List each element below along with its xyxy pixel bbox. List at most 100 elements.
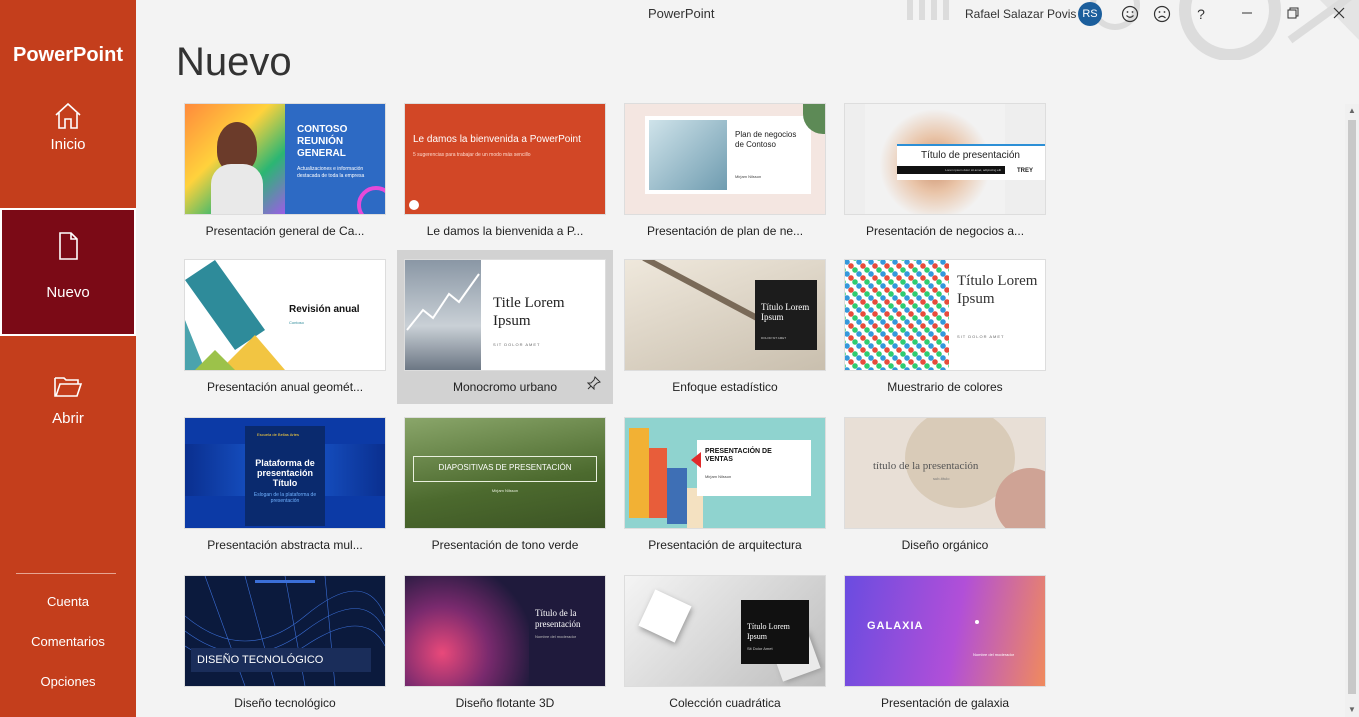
smile-feedback-button[interactable]: [1118, 3, 1142, 25]
template-tile[interactable]: GALAXIA Nombre del moderador Presentació…: [837, 572, 1053, 717]
restore-icon: [1287, 7, 1299, 19]
frown-icon: [1153, 5, 1171, 23]
accent-arrow: [691, 452, 701, 468]
user-name[interactable]: Rafael Salazar Povis: [965, 7, 1076, 21]
nav-item-inicio[interactable]: Inicio: [0, 78, 136, 206]
template-name: Diseño tecnológico: [234, 696, 336, 710]
template-tile[interactable]: Título de la presentación Nombre del mod…: [397, 572, 613, 717]
template-thumbnail: Título Lorem Ipsum DOLOR SIT AMET: [625, 260, 825, 370]
template-tile[interactable]: DISEÑO TECNOLÓGICO Diseño tecnológico: [177, 572, 393, 717]
powerpoint-logo-icon: [409, 200, 419, 210]
thumb-brand: TREY: [1017, 168, 1034, 174]
thumb-subtitle: SIT DOLOR AMET: [493, 342, 541, 347]
thumb-title: título de la presentación: [873, 460, 979, 472]
template-name: Presentación general de Ca...: [205, 224, 365, 238]
scroll-up-icon[interactable]: ▲: [1347, 106, 1357, 116]
template-tile-selected[interactable]: Title Lorem Ipsum SIT DOLOR AMET Monocro…: [397, 250, 613, 404]
thumb-title: Title Lorem Ipsum: [493, 295, 565, 329]
template-thumbnail: DIAPOSITIVAS DE PRESENTACIÓN Mirjam Nils…: [405, 418, 605, 528]
particles-graphic: [405, 576, 529, 686]
close-button[interactable]: [1327, 3, 1351, 25]
thumb-subtitle: sub-título: [933, 476, 950, 481]
thumb-brand: Escuela de Bellas Artes: [257, 432, 300, 437]
template-thumbnail: Título de la presentación Nombre del mod…: [405, 576, 605, 686]
template-thumbnail: Título Lorem Ipsum Sit Dolor Amet: [625, 576, 825, 686]
template-thumbnail: Plan de negocios de Contoso Mirjam Nilss…: [625, 104, 825, 214]
presenter-body: [211, 164, 263, 214]
link-comentarios[interactable]: Comentarios: [0, 634, 136, 649]
thumb-subtitle: Eslogan de la plataforma de presentación: [253, 492, 317, 504]
scrollbar-thumb[interactable]: [1348, 120, 1356, 694]
thumb-title: DISEÑO TECNOLÓGICO: [197, 654, 324, 666]
template-tile[interactable]: CONTOSO REUNIÓN GENERAL Actualizaciones …: [177, 100, 393, 252]
minimize-icon: [1242, 12, 1252, 14]
template-tile[interactable]: PRESENTACIÓN DE VENTAS Mirjam Nilsson Pr…: [617, 414, 833, 566]
template-name: Diseño flotante 3D: [455, 696, 555, 710]
thumb-title: Título Lorem Ipsum: [957, 273, 1038, 307]
thumb-subtitle: Actualizaciones e información destacada …: [297, 166, 365, 179]
minimize-button[interactable]: [1235, 3, 1259, 25]
template-name: Presentación de negocios a...: [865, 224, 1025, 238]
avatar[interactable]: RS: [1078, 2, 1102, 26]
template-name: Monocromo urbano: [452, 380, 558, 394]
template-thumbnail: Título Lorem Ipsum SIT DOLOR AMET: [845, 260, 1045, 370]
template-gallery: CONTOSO REUNIÓN GENERAL Actualizaciones …: [136, 100, 1345, 717]
close-icon: [1333, 7, 1345, 19]
template-tile[interactable]: Escuela de Bellas Artes Plataforma de pr…: [177, 414, 393, 566]
link-cuenta[interactable]: Cuenta: [0, 594, 136, 609]
restore-button[interactable]: [1281, 3, 1305, 25]
template-tile[interactable]: Le damos la bienvenida a PowerPoint 5 su…: [397, 100, 613, 252]
template-name: Presentación de galaxia: [880, 696, 1010, 710]
help-button[interactable]: ?: [1189, 3, 1213, 25]
app-brand: PowerPoint: [12, 44, 123, 66]
thumb-subtitle: Mirjam Nilsson: [705, 474, 732, 479]
thumb-title: Plataforma de presentación Título: [255, 458, 315, 488]
template-tile[interactable]: Título de presentación Lorem ipsum dolor…: [837, 100, 1053, 252]
link-opciones[interactable]: Opciones: [0, 674, 136, 689]
template-thumbnail: CONTOSO REUNIÓN GENERAL Actualizaciones …: [185, 104, 385, 214]
template-tile[interactable]: título de la presentación sub-título Dis…: [837, 414, 1053, 566]
team-photo: [649, 120, 727, 190]
template-name: Presentación de plan de ne...: [646, 224, 804, 238]
template-tile[interactable]: Título Lorem Ipsum Sit Dolor Amet Colecc…: [617, 572, 833, 717]
vertical-scrollbar[interactable]: ▲ ▼: [1345, 104, 1359, 717]
template-tile[interactable]: Revisión anual Contoso Presentación anua…: [177, 256, 393, 408]
template-thumbnail: Revisión anual Contoso: [185, 260, 385, 370]
pin-icon[interactable]: [587, 376, 601, 390]
template-name: Presentación de arquitectura: [648, 538, 802, 552]
template-name: Muestrario de colores: [887, 380, 1003, 394]
thumb-title: DIAPOSITIVAS DE PRESENTACIÓN: [438, 463, 572, 472]
thumb-subtitle: Sit Dolor Amet: [747, 646, 773, 651]
thumb-subtitle: Nombre del moderador: [973, 652, 1015, 657]
scroll-down-icon[interactable]: ▼: [1347, 705, 1357, 715]
thumb-title: CONTOSO REUNIÓN GENERAL: [297, 124, 348, 159]
cube-shape: [638, 589, 692, 643]
frown-feedback-button[interactable]: [1150, 3, 1174, 25]
template-tile[interactable]: Título Lorem Ipsum DOLOR SIT AMET Enfoqu…: [617, 256, 833, 408]
nav-label: Inicio: [50, 136, 86, 153]
trend-line: [406, 273, 480, 331]
template-tile[interactable]: Título Lorem Ipsum SIT DOLOR AMET Muestr…: [837, 256, 1053, 408]
template-thumbnail: Título de presentación Lorem ipsum dolor…: [845, 104, 1045, 214]
thumb-subtitle: Mirjam Nilsson: [735, 174, 762, 179]
sidebar-divider: [16, 573, 116, 574]
template-thumbnail: PRESENTACIÓN DE VENTAS Mirjam Nilsson: [625, 418, 825, 528]
thumb-subtitle: Contoso: [289, 320, 304, 325]
nav-item-abrir[interactable]: Abrir: [0, 336, 136, 464]
template-tile[interactable]: Plan de negocios de Contoso Mirjam Nilss…: [617, 100, 833, 252]
backstage-sidebar: PowerPoint Inicio Nuevo Abrir Cuenta Com…: [0, 0, 136, 717]
thumb-subtitle: Mirjam Nilsson: [491, 488, 519, 493]
thumb-title: Revisión anual: [289, 304, 360, 315]
template-thumbnail: Title Lorem Ipsum SIT DOLOR AMET: [405, 260, 605, 370]
template-thumbnail: título de la presentación sub-título: [845, 418, 1045, 528]
thumb-subtitle: SIT DOLOR AMET: [957, 334, 1005, 339]
thumb-title: Plan de negocios de Contoso: [735, 130, 797, 149]
nav-item-nuevo[interactable]: Nuevo: [0, 208, 136, 336]
nav-label: Nuevo: [46, 284, 90, 301]
thumb-subtitle: Lorem ipsum dolor sit amet, adipiscing e…: [897, 166, 1005, 174]
new-document-icon: [59, 232, 78, 260]
home-icon: [55, 102, 81, 129]
template-name: Enfoque estadístico: [672, 380, 778, 394]
window-title: PowerPoint: [648, 6, 715, 21]
template-tile[interactable]: DIAPOSITIVAS DE PRESENTACIÓN Mirjam Nils…: [397, 414, 613, 566]
